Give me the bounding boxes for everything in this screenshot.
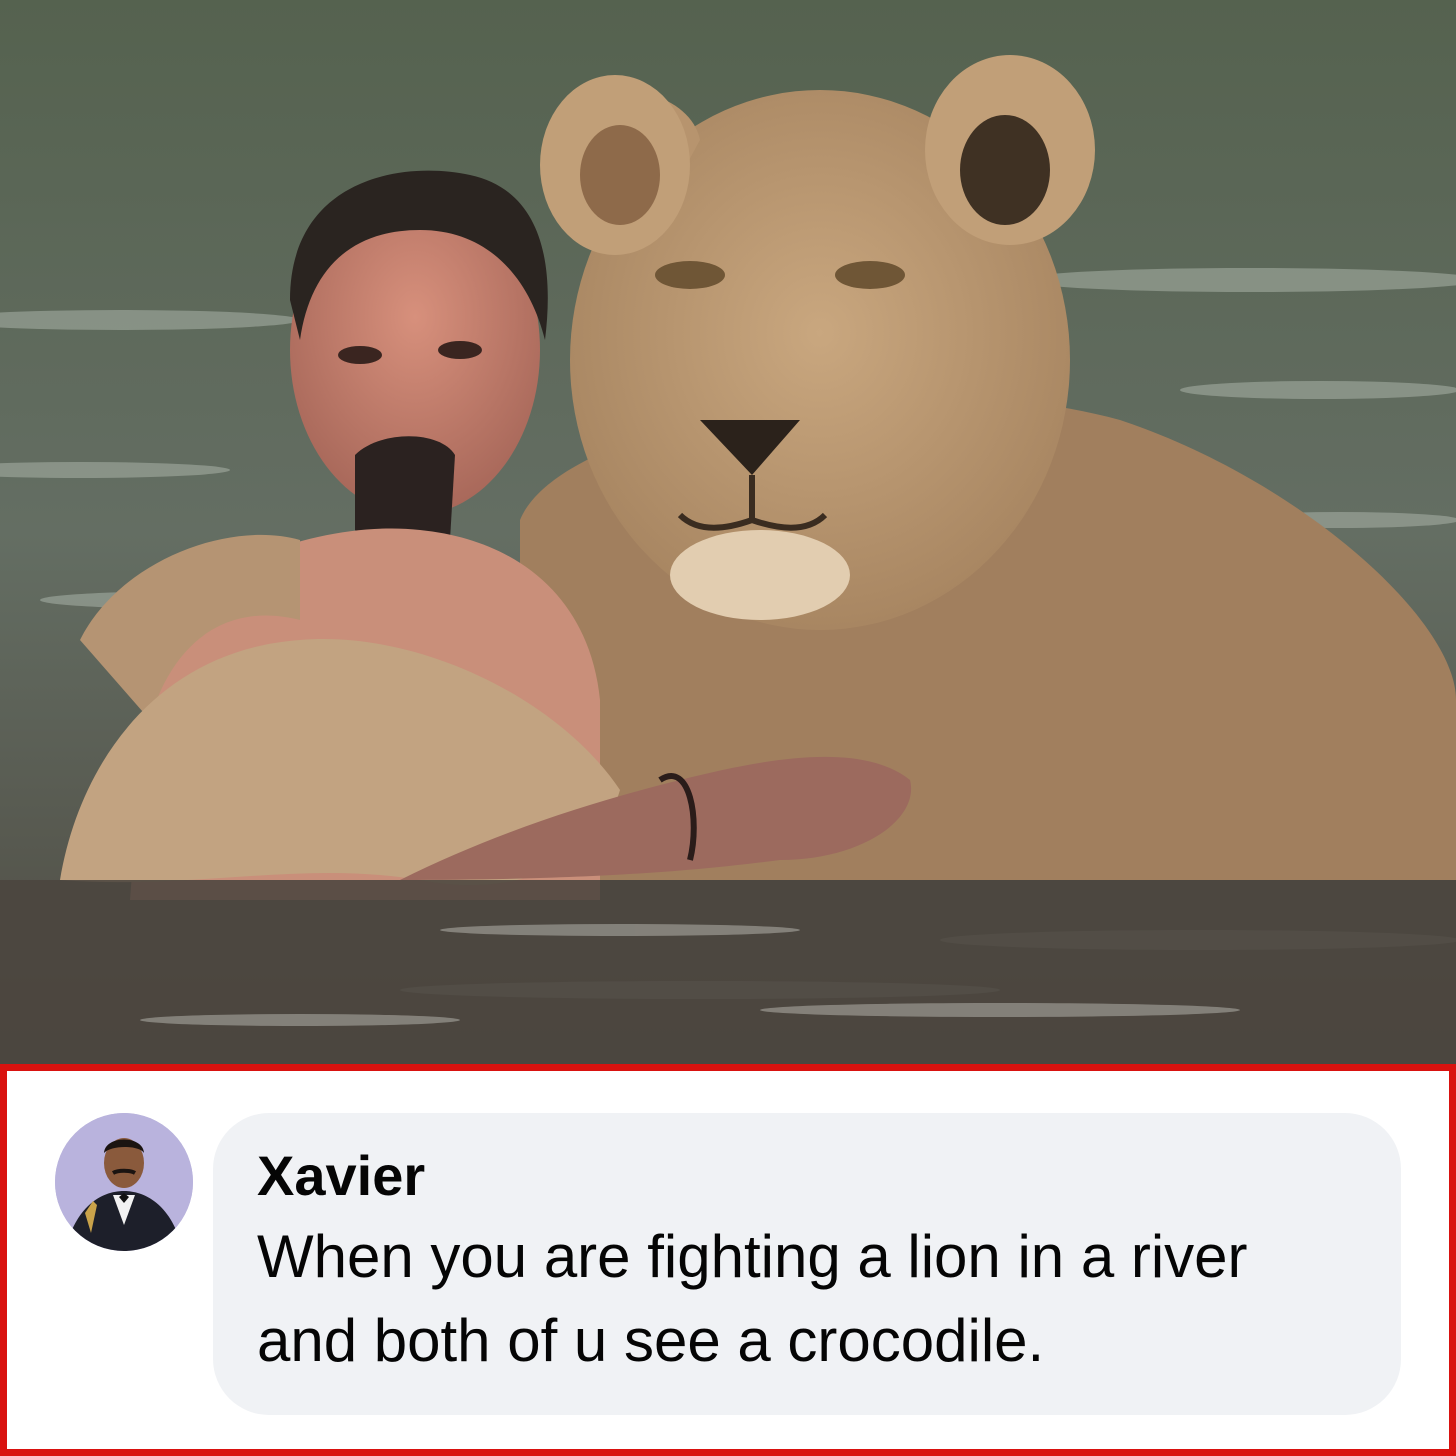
comment-author[interactable]: Xavier — [257, 1143, 1357, 1209]
avatar-portrait — [55, 1113, 193, 1251]
river-lion-photo — [0, 0, 1456, 1064]
user-avatar-icon[interactable] — [55, 1113, 193, 1251]
comment-text: When you are fighting a lion in a river … — [257, 1223, 1248, 1374]
highlighted-comment: Xavier When you are fighting a lion in a… — [0, 1064, 1456, 1456]
post-photo[interactable] — [0, 0, 1456, 1064]
comment-bubble: Xavier When you are fighting a lion in a… — [213, 1113, 1401, 1415]
